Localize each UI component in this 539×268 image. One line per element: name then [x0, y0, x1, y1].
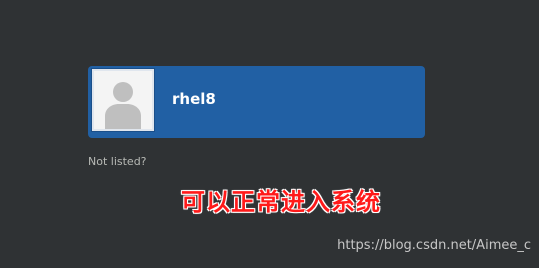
user-avatar: [91, 68, 155, 132]
login-screen: rhel8 Not listed? 可以正常进入系统 https://blog.…: [0, 0, 539, 268]
watermark-text: https://blog.csdn.net/Aimee_c: [337, 238, 531, 253]
annotation-text: 可以正常进入系统: [181, 188, 381, 216]
username-label: rhel8: [172, 90, 216, 108]
user-silhouette-icon: [94, 71, 152, 129]
not-listed-link[interactable]: Not listed?: [88, 155, 147, 169]
user-list-item-rhel8[interactable]: rhel8: [88, 66, 425, 138]
